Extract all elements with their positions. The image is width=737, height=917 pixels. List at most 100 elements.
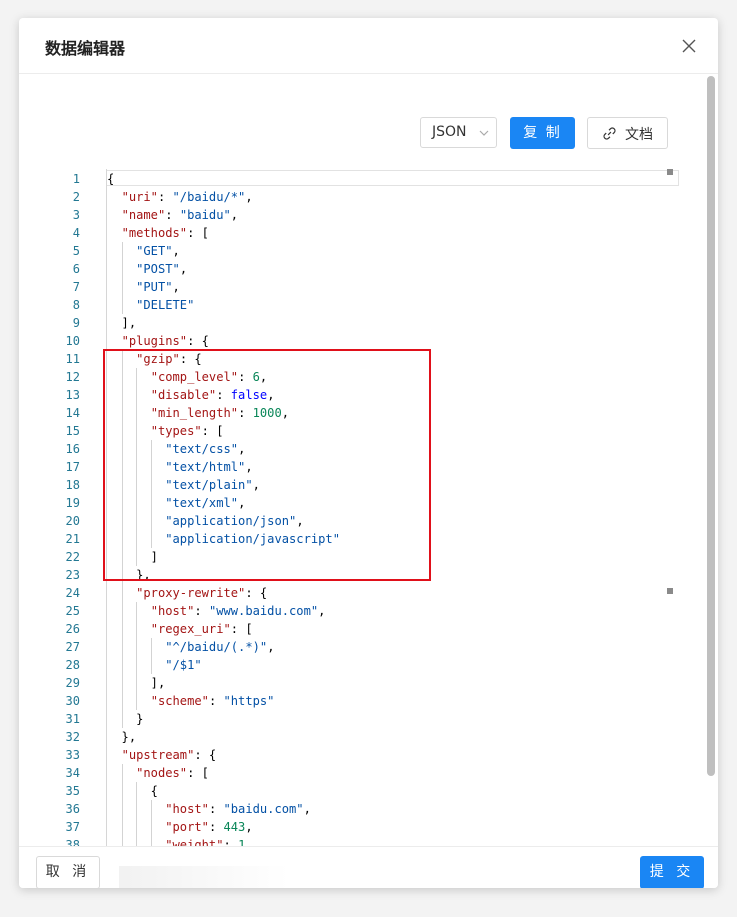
cancel-button[interactable]: 取 消 (36, 856, 100, 888)
indent-guide (121, 620, 123, 638)
code-line: "disable": false, (107, 386, 275, 404)
indent-guide (121, 476, 123, 494)
code-token: "baidu.com" (223, 802, 304, 816)
vertical-scrollbar[interactable] (707, 76, 715, 776)
format-select[interactable]: JSON (420, 117, 497, 148)
code-token: : [ (201, 424, 224, 438)
code-line: "regex_uri": [ (107, 620, 253, 638)
code-token: "text/html" (165, 460, 246, 474)
code-token: : { (187, 334, 209, 348)
indent-guide (136, 404, 138, 422)
code-line: "text/xml", (107, 494, 245, 512)
line-number: 12 (65, 370, 80, 384)
indent-guide (121, 278, 123, 296)
code-token: , (259, 370, 268, 384)
indent-guide (136, 638, 138, 656)
indent-guide (121, 386, 123, 404)
code-token: "/baidu/*" (172, 190, 246, 204)
line-number: 2 (72, 190, 80, 204)
code-token: : (194, 604, 209, 618)
code-line: "text/html", (107, 458, 252, 476)
indent-guide (121, 296, 123, 314)
indent-guide (121, 710, 123, 728)
indent-guide (150, 656, 152, 674)
modal-title: 数据编辑器 (45, 39, 126, 58)
code-token: "text/xml" (165, 496, 239, 510)
code-token: "scheme" (150, 694, 209, 708)
indent-guide (136, 368, 138, 386)
indent-guide (136, 494, 138, 512)
overview-ruler-marker (667, 169, 673, 175)
code-token: "DELETE" (136, 298, 195, 312)
line-number: 34 (65, 766, 80, 780)
line-number: 6 (72, 262, 80, 276)
line-number: 22 (65, 550, 80, 564)
indent-guide (121, 530, 123, 548)
line-number: 11 (65, 352, 80, 366)
indent-guide (136, 674, 138, 692)
code-token: , (179, 262, 188, 276)
code-line: "PUT", (107, 278, 180, 296)
line-number: 4 (72, 226, 80, 240)
copy-button[interactable]: 复 制 (510, 117, 575, 149)
code-token: }, (107, 568, 151, 582)
line-number: 29 (65, 676, 80, 690)
code-token: { (107, 172, 115, 186)
indent-guide (150, 530, 152, 548)
code-token: 1000 (252, 406, 282, 420)
line-number: 30 (65, 694, 80, 708)
code-editor[interactable]: 1 2 3 4 5 6 7 8 9 10 11 12 13 14 15 16 17 18 19 20 21 22 23 24 2… (51, 169, 681, 864)
close-icon[interactable] (679, 36, 699, 56)
indent-guide (136, 530, 138, 548)
line-number-gutter: 1 2 3 4 5 6 7 8 9 10 11 12 13 14 15 16 17 18 19 20 21 22 23 24 2… (51, 169, 106, 864)
code-line: "GET", (107, 242, 180, 260)
code-line: "plugins": { (107, 332, 209, 350)
indent-guide (150, 512, 152, 530)
submit-button[interactable]: 提 交 (640, 856, 704, 888)
line-number: 25 (65, 604, 80, 618)
code-token: "text/css" (165, 442, 239, 456)
code-line: "comp_level": 6, (107, 368, 268, 386)
indent-guide (121, 602, 123, 620)
code-line: "^/baidu/(.*)", (107, 638, 274, 656)
code-token: "/$1" (165, 658, 202, 672)
line-number: 36 (65, 802, 80, 816)
code-token: "disable" (150, 388, 217, 402)
code-line: "host": "baidu.com", (107, 800, 311, 818)
code-line: "methods": [ (107, 224, 209, 242)
code-token: "PUT" (136, 280, 173, 294)
line-number: 15 (65, 424, 80, 438)
code-line: }, (107, 566, 151, 584)
code-token: : (216, 388, 231, 402)
docs-button[interactable]: 文档 (587, 117, 668, 149)
code-token: "POST" (136, 262, 180, 276)
indent-guide (136, 656, 138, 674)
code-line: ], (107, 314, 137, 332)
code-token: , (281, 406, 290, 420)
docs-button-label: 文档 (625, 127, 653, 143)
line-number: 31 (65, 712, 80, 726)
indent-guide (121, 566, 123, 584)
indent-guide (136, 818, 138, 836)
code-token: : [ (230, 622, 253, 636)
indent-guide (121, 242, 123, 260)
code-token: , (238, 496, 246, 510)
code-token: : (208, 802, 224, 816)
code-token: "proxy-rewrite" (136, 586, 246, 600)
code-token: : { (194, 748, 217, 762)
code-token: { (107, 784, 158, 798)
code-line: "DELETE" (107, 296, 194, 314)
modal-header: 数据编辑器 (19, 18, 718, 74)
indent-guide (136, 386, 138, 404)
code-content[interactable]: { "uri": "/baidu/*", "name": "baidu", "m… (106, 169, 681, 864)
code-line: "port": 443, (107, 818, 252, 836)
indent-guide (121, 260, 123, 278)
line-number: 13 (65, 388, 80, 402)
code-token: "host" (150, 604, 195, 618)
